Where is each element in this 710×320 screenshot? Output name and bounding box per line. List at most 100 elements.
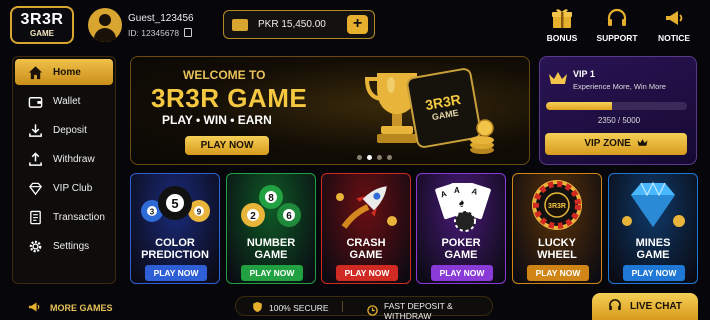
play-now-button[interactable]: PLAY NOW — [241, 265, 303, 281]
username: Guest_123456 — [128, 13, 194, 24]
svg-text:2: 2 — [250, 211, 256, 222]
sidebar-item-label: Deposit — [53, 124, 87, 136]
diamond-icon — [27, 180, 43, 196]
game-card-crash-game[interactable]: CRASH GAME PLAY NOW — [321, 173, 411, 284]
svg-text:5: 5 — [171, 196, 178, 211]
sidebar-item-vip-club[interactable]: VIP Club — [15, 175, 113, 201]
megaphone-icon — [26, 300, 42, 316]
secure-label: 100% SECURE — [269, 303, 329, 313]
billiard-balls-icon: 3 9 5 — [131, 174, 219, 236]
game-card-lucky-wheel[interactable]: 3R3R LUCKY WHEEL PLAY NOW — [512, 173, 602, 284]
wheel-logo-text: 3R3R — [548, 203, 566, 210]
number-balls-icon: 8 2 6 — [227, 174, 315, 236]
svg-text:9: 9 — [197, 208, 202, 217]
bonus-label: BONUS — [546, 33, 578, 43]
support-button[interactable]: SUPPORT — [594, 6, 640, 43]
gift-icon — [539, 6, 585, 30]
svg-text:8: 8 — [268, 193, 274, 204]
play-now-button[interactable]: PLAY NOW — [623, 265, 685, 281]
sidebar-item-home[interactable]: Home — [15, 59, 113, 85]
headset-icon — [608, 298, 622, 315]
carousel-dots[interactable] — [357, 155, 392, 160]
sidebar-item-settings[interactable]: Settings — [15, 233, 113, 259]
vip-panel: VIP 1 Experience More, Win More 2350 / 5… — [539, 56, 697, 165]
sidebar-item-withdraw[interactable]: Withdraw — [15, 146, 113, 172]
diamond-icon — [609, 174, 697, 236]
game-title: COLOR PREDICTION — [141, 237, 209, 261]
download-icon — [27, 122, 43, 138]
balance-text: PKR 15,450.00 — [258, 19, 326, 30]
sidebar-item-wallet[interactable]: Wallet — [15, 88, 113, 114]
banner-play-now-button[interactable]: PLAY NOW — [185, 136, 269, 155]
logo-subtext: GAME — [30, 29, 54, 38]
fast-deposit-label: FAST DEPOSIT & WITHDRAW — [384, 301, 453, 320]
game-title: MINES GAME — [635, 237, 671, 261]
avatar[interactable] — [88, 8, 122, 42]
play-now-button[interactable]: PLAY NOW — [145, 265, 207, 281]
add-funds-button[interactable]: + — [347, 15, 368, 34]
rocket-icon — [322, 174, 410, 236]
notice-button[interactable]: NOTICE — [651, 6, 697, 43]
vip-level: VIP 1 — [573, 69, 595, 79]
vip-zone-label: VIP ZONE — [584, 138, 631, 149]
live-chat-button[interactable]: LIVE CHAT — [592, 293, 698, 320]
game-title: NUMBER GAME — [246, 237, 296, 261]
clock-icon — [367, 304, 378, 318]
game-card-mines-game[interactable]: MINES GAME PLAY NOW — [608, 173, 698, 284]
document-icon — [27, 209, 43, 225]
trust-bar: 100% SECURE FAST DEPOSIT & WITHDRAW — [235, 296, 493, 320]
carousel-dot[interactable] — [387, 155, 392, 160]
wallet-icon — [232, 19, 248, 31]
carousel-dot[interactable] — [377, 155, 382, 160]
play-now-button[interactable]: PLAY NOW — [527, 265, 589, 281]
more-games-link[interactable]: MORE GAMES — [26, 300, 113, 316]
gear-icon — [27, 238, 43, 254]
game-title: POKER GAME — [441, 237, 481, 261]
sidebar-item-label: Home — [53, 66, 81, 78]
game-card-number-game[interactable]: 8 2 6 NUMBER GAME PLAY NOW — [226, 173, 316, 284]
copy-icon[interactable] — [184, 28, 192, 37]
home-icon — [27, 64, 43, 80]
wallet-icon — [27, 93, 43, 109]
vip-zone-button[interactable]: VIP ZONE — [545, 133, 687, 155]
bonus-button[interactable]: BONUS — [539, 6, 585, 43]
user-id: ID: 12345678 — [128, 28, 180, 38]
banner-title: 3R3R GAME — [151, 83, 308, 113]
sidebar-item-label: Withdraw — [53, 153, 95, 165]
sidebar-nav: Home Wallet Deposit Withdraw VIP Club Tr… — [12, 56, 116, 284]
live-chat-label: LIVE CHAT — [629, 301, 683, 312]
logo-text: 3R3R — [20, 11, 64, 28]
vip-subtitle: Experience More, Win More — [573, 82, 666, 91]
game-card-poker-game[interactable]: A A ♠ A POKER GAME PLAY NOW — [416, 173, 506, 284]
svg-text:6: 6 — [286, 211, 292, 222]
banner-welcome-text: WELCOME TO — [183, 68, 266, 82]
sidebar-item-label: Wallet — [53, 95, 81, 107]
vip-progress-text: 2350 / 5000 — [597, 116, 641, 125]
coins-icon — [467, 119, 497, 155]
headset-icon — [594, 6, 640, 30]
app-logo[interactable]: 3R3R GAME — [10, 6, 74, 44]
game-title: LUCKY WHEEL — [537, 237, 577, 261]
carousel-dot-active[interactable] — [367, 155, 372, 160]
sidebar-item-label: Settings — [53, 240, 90, 252]
megaphone-icon — [651, 6, 697, 30]
svg-text:3: 3 — [150, 208, 155, 217]
sidebar-item-transaction[interactable]: Transaction — [15, 204, 113, 230]
carousel-dot[interactable] — [357, 155, 362, 160]
sidebar-item-label: Transaction — [53, 211, 105, 223]
upload-icon — [27, 151, 43, 167]
cards-icon: A A ♠ A — [417, 174, 505, 236]
sidebar-item-deposit[interactable]: Deposit — [15, 117, 113, 143]
banner-tagline: PLAY • WIN • EARN — [162, 113, 272, 127]
support-label: SUPPORT — [596, 33, 638, 43]
welcome-banner: WELCOME TO 3R3R GAME PLAY • WIN • EARN P… — [130, 56, 530, 165]
play-now-button[interactable]: PLAY NOW — [336, 265, 398, 281]
sidebar-item-label: VIP Club — [53, 182, 93, 194]
crown-icon — [548, 70, 568, 91]
wheel-icon: 3R3R — [513, 174, 601, 236]
play-now-button[interactable]: PLAY NOW — [431, 265, 493, 281]
game-title: CRASH GAME — [346, 237, 386, 261]
svg-text:A: A — [454, 186, 460, 195]
game-card-color-prediction[interactable]: 3 9 5 COLOR PREDICTION PLAY NOW — [130, 173, 220, 284]
vip-progress-bar — [546, 102, 687, 110]
